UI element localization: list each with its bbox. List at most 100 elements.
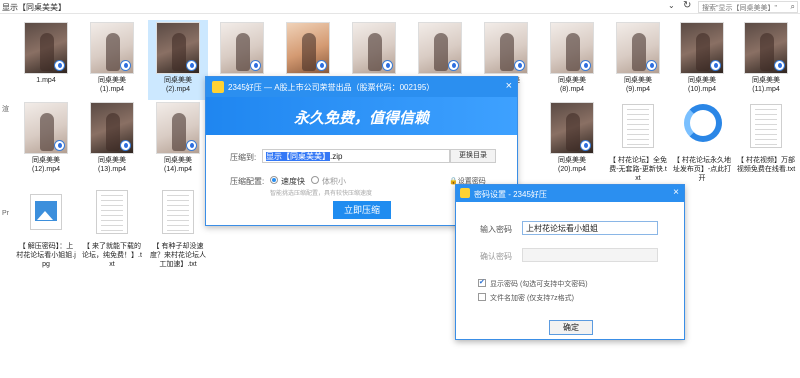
password-input[interactable]: 上村花论坛看小姐姐 xyxy=(522,221,658,235)
text-file-icon xyxy=(750,104,782,148)
config-hint: 智能挑选压缩配置，具有较快压缩速度 xyxy=(270,191,373,197)
thumbnail-figure xyxy=(632,33,646,71)
file-item[interactable]: 同桌美美 (12).mp4 xyxy=(16,100,76,180)
refresh-icon[interactable]: ↻ xyxy=(683,0,691,11)
password-label: 输入密码 xyxy=(480,225,512,234)
video-thumbnail xyxy=(24,22,68,74)
file-name: 同桌美美 (2).mp4 xyxy=(164,77,192,93)
ok-button[interactable]: 确定 xyxy=(549,320,593,335)
media-player-icon xyxy=(186,140,197,151)
compressor-titlebar: 2345好压 — A股上市公司荣誉出品（股票代码：002195） × xyxy=(206,77,517,97)
show-password-checkbox[interactable] xyxy=(478,278,486,287)
file-item[interactable]: 同桌美美 (11).mp4 xyxy=(736,20,796,100)
browser-link-icon xyxy=(684,104,722,142)
close-icon[interactable]: × xyxy=(506,80,512,92)
video-thumbnail xyxy=(90,102,134,154)
media-player-icon xyxy=(774,60,785,71)
media-player-icon xyxy=(120,140,131,151)
file-item[interactable]: 同桌美美 (8).mp4 xyxy=(542,20,602,100)
file-name: 同桌美美 (1).mp4 xyxy=(98,77,126,93)
file-item[interactable]: 【 村花视频】万部视频免费在线看.txt xyxy=(736,100,796,180)
confirm-password-input[interactable] xyxy=(522,248,658,262)
thumbnail-figure xyxy=(40,113,54,151)
media-player-icon xyxy=(382,60,393,71)
thumbnail-figure xyxy=(368,33,382,71)
video-thumbnail xyxy=(550,102,594,154)
file-item[interactable]: 同桌美美 (20).mp4 xyxy=(542,100,602,180)
nav-pane-label[interactable]: 渲 xyxy=(2,104,9,114)
file-item[interactable]: 同桌美美 (1).mp4 xyxy=(82,20,142,100)
file-item[interactable]: 同桌美美 (9).mp4 xyxy=(608,20,668,100)
text-file-icon xyxy=(162,190,194,234)
start-compress-button[interactable]: 立即压缩 xyxy=(333,201,391,219)
thumbnail-figure xyxy=(760,33,774,71)
change-directory-button[interactable]: 更换目录 xyxy=(450,149,496,163)
output-path-input[interactable]: 显示【同桌美美】.zip xyxy=(262,149,450,163)
file-name: 【 有种子却没速度？来村花论坛人工加速】.txt xyxy=(150,243,206,268)
config-label: 压缩配置: xyxy=(230,177,265,186)
file-name: 同桌美美 (11).mp4 xyxy=(752,77,780,93)
banner-slogan: 永久免费，值得信赖 xyxy=(293,110,429,127)
video-thumbnail xyxy=(156,102,200,154)
video-thumbnail xyxy=(156,22,200,74)
password-dialog-title: 密码设置 - 2345好压 xyxy=(474,190,547,199)
file-name: 【 来了就能下载的论坛，纯免费！】.txt xyxy=(82,243,142,268)
app-logo-icon xyxy=(212,81,224,93)
file-item[interactable]: 同桌美美 (2).mp4 xyxy=(148,20,208,100)
file-item[interactable]: 【 村花论坛】全免费-无套路-更新快.txt xyxy=(608,100,668,182)
file-item[interactable]: 1.mp4 xyxy=(16,20,76,100)
video-thumbnail xyxy=(744,22,788,74)
file-name: 【 村花视频】万部视频免费在线看.txt xyxy=(736,157,796,173)
media-player-icon xyxy=(120,60,131,71)
file-item[interactable]: 【 村花论坛永久地址发布页】-点此打开 xyxy=(672,100,732,182)
close-icon[interactable]: × xyxy=(673,187,679,198)
file-name: 1.mp4 xyxy=(36,77,56,84)
thumbnail-figure xyxy=(172,33,186,71)
file-item[interactable]: 同桌美美 (13).mp4 xyxy=(82,100,142,180)
encrypt-filenames-checkbox[interactable] xyxy=(478,293,486,301)
nav-pane-label[interactable]: Pr xyxy=(2,210,9,217)
chevron-down-icon[interactable]: ⌄ xyxy=(668,1,675,10)
media-player-icon xyxy=(316,60,327,71)
file-name: 同桌美美 (9).mp4 xyxy=(624,77,652,93)
video-thumbnail xyxy=(90,22,134,74)
file-item[interactable]: 同桌美美 (14).mp4 xyxy=(148,100,208,180)
file-name: 同桌美美 (10).mp4 xyxy=(687,77,716,93)
path-suffix: .zip xyxy=(330,152,343,161)
file-name: 同桌美美 (20).mp4 xyxy=(557,157,586,173)
media-player-icon xyxy=(580,140,591,151)
file-item[interactable]: 【 解压密码】：上村花论坛看小姐姐.jpg xyxy=(16,186,76,268)
password-dialog-titlebar: 密码设置 - 2345好压 × xyxy=(456,185,684,202)
radio-fast[interactable] xyxy=(270,176,278,184)
file-item[interactable]: 【 有种子却没速度？来村花论坛人工加速】.txt xyxy=(148,186,208,268)
media-player-icon xyxy=(448,60,459,71)
option-fast-label: 速度快 xyxy=(281,177,305,186)
media-player-icon xyxy=(514,60,525,71)
video-thumbnail xyxy=(680,22,724,74)
media-player-icon xyxy=(54,60,65,71)
confirm-password-label: 确认密码 xyxy=(480,252,512,261)
media-player-icon xyxy=(710,60,721,71)
file-item[interactable]: 同桌美美 (10).mp4 xyxy=(672,20,732,100)
image-file-icon xyxy=(30,194,62,230)
search-icon: ⌕ xyxy=(790,2,795,11)
thumbnail-figure xyxy=(302,33,316,71)
thumbnail-figure xyxy=(500,33,514,71)
radio-small[interactable] xyxy=(311,176,319,184)
media-player-icon xyxy=(250,60,261,71)
thumbnail-figure xyxy=(696,33,710,71)
video-thumbnail xyxy=(418,22,462,74)
file-name: 【 村花论坛】全免费-无套路-更新快.txt xyxy=(609,157,667,182)
search-input[interactable]: 搜索"显示【同桌美美】" ⌕ xyxy=(698,1,798,13)
encrypt-filenames-label: 文件名加密 (仅支持7z格式) xyxy=(490,295,574,302)
address-path[interactable]: 显示【同桌美美】 xyxy=(2,2,66,13)
file-name: 【 解压密码】：上村花论坛看小姐姐.jpg xyxy=(16,243,76,268)
thumbnail-figure xyxy=(566,113,580,151)
thumbnail-figure xyxy=(106,33,120,71)
file-item[interactable]: 【 来了就能下载的论坛，纯免费！】.txt xyxy=(82,186,142,268)
file-name: 同桌美美 (14).mp4 xyxy=(163,157,192,173)
thumbnail-figure xyxy=(566,33,580,71)
media-player-icon xyxy=(580,60,591,71)
thumbnail-figure xyxy=(172,113,186,151)
app-logo-icon xyxy=(460,188,470,198)
